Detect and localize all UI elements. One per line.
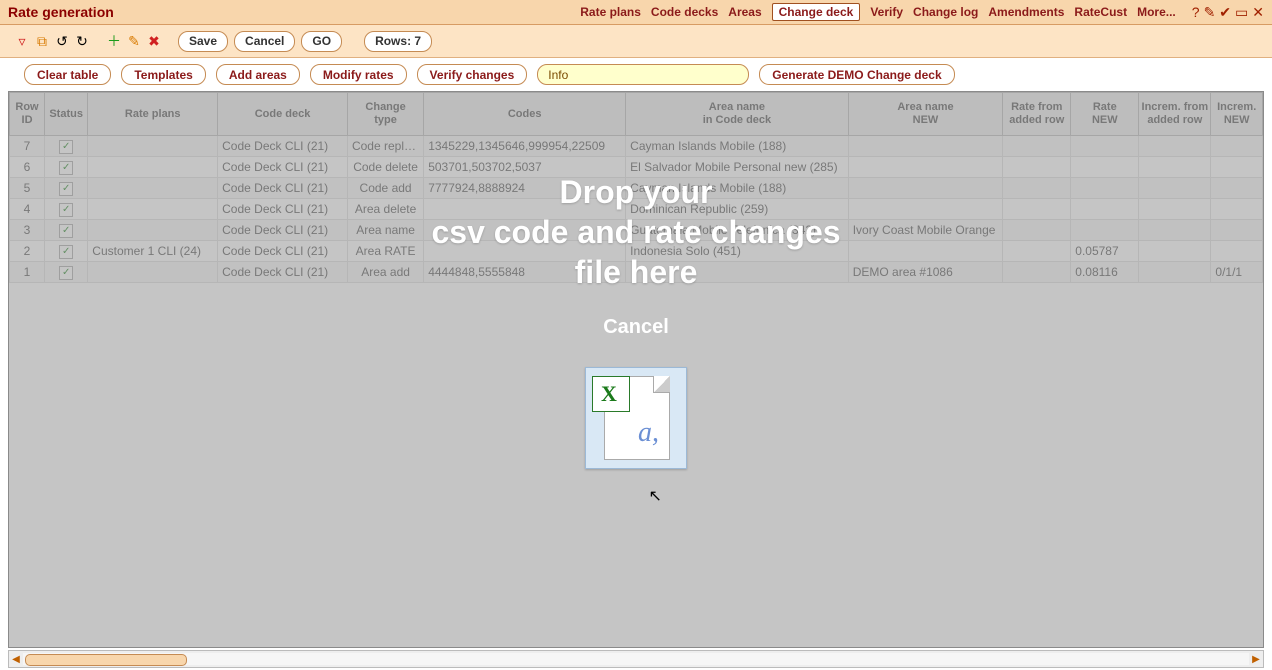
scroll-left-icon[interactable]: ◀: [9, 654, 23, 665]
add-areas-button[interactable]: Add areas: [216, 64, 300, 85]
add-icon[interactable]: ＋: [106, 33, 122, 49]
go-button[interactable]: GO: [301, 31, 342, 52]
menu-rate-plans[interactable]: Rate plans: [580, 5, 641, 19]
action-bar: Clear table Templates Add areas Modify r…: [0, 58, 1272, 91]
page-title: Rate generation: [8, 4, 114, 20]
edit-row-icon[interactable]: ✎: [126, 33, 142, 49]
overlay-cancel-button[interactable]: Cancel: [603, 316, 669, 339]
maximize-icon[interactable]: ▭: [1235, 4, 1248, 21]
header-bar: Rate generation Rate plans Code decks Ar…: [0, 0, 1272, 25]
modify-rates-button[interactable]: Modify rates: [310, 64, 407, 85]
help-icon[interactable]: ?: [1192, 4, 1200, 21]
generate-demo-button[interactable]: Generate DEMO Change deck: [759, 64, 954, 85]
verify-changes-button[interactable]: Verify changes: [417, 64, 528, 85]
menu-more[interactable]: More...: [1137, 5, 1176, 19]
undo-icon[interactable]: ↺: [54, 33, 70, 49]
cursor-icon: ↖: [649, 486, 662, 506]
clear-table-button[interactable]: Clear table: [24, 64, 111, 85]
copy-icon[interactable]: ⧉: [34, 33, 50, 49]
drop-overlay[interactable]: Drop your csv code and rate changes file…: [9, 92, 1263, 647]
redo-icon[interactable]: ↻: [74, 33, 90, 49]
menu-change-deck[interactable]: Change deck: [772, 3, 861, 21]
info-field[interactable]: Info: [537, 64, 749, 85]
menu-areas[interactable]: Areas: [728, 5, 761, 19]
cancel-button[interactable]: Cancel: [234, 31, 295, 52]
edit-icon[interactable]: ✎: [1204, 4, 1216, 21]
menu-verify[interactable]: Verify: [870, 5, 903, 19]
info-label: Info: [548, 68, 568, 82]
menu-code-decks[interactable]: Code decks: [651, 5, 718, 19]
excel-icon: [592, 376, 630, 412]
close-icon[interactable]: ✕: [1252, 4, 1264, 21]
templates-button[interactable]: Templates: [121, 64, 205, 85]
horizontal-scrollbar[interactable]: ◀ ▶: [8, 650, 1264, 668]
filter-clear-icon[interactable]: ▿: [14, 33, 30, 49]
menu-ratecust[interactable]: RateCust: [1074, 5, 1127, 19]
check-icon[interactable]: ✔: [1219, 4, 1231, 21]
menu-amendments[interactable]: Amendments: [988, 5, 1064, 19]
top-menu: Rate plans Code decks Areas Change deck …: [580, 0, 1264, 24]
rows-count: Rows: 7: [364, 31, 432, 52]
header-icons: ? ✎ ✔ ▭ ✕: [1192, 4, 1264, 21]
data-grid: Row ID Status Rate plans Code deck Chang…: [8, 91, 1264, 648]
scroll-thumb[interactable]: [25, 654, 187, 666]
delete-icon[interactable]: ✖: [146, 33, 162, 49]
drop-message: Drop your csv code and rate changes file…: [431, 172, 840, 292]
scroll-right-icon[interactable]: ▶: [1249, 654, 1263, 665]
toolbar: ▿ ⧉ ↺ ↻ ＋ ✎ ✖ Save Cancel GO Rows: 7: [0, 25, 1272, 58]
menu-change-log[interactable]: Change log: [913, 5, 978, 19]
file-drop-icon: a,: [585, 367, 687, 469]
save-button[interactable]: Save: [178, 31, 228, 52]
